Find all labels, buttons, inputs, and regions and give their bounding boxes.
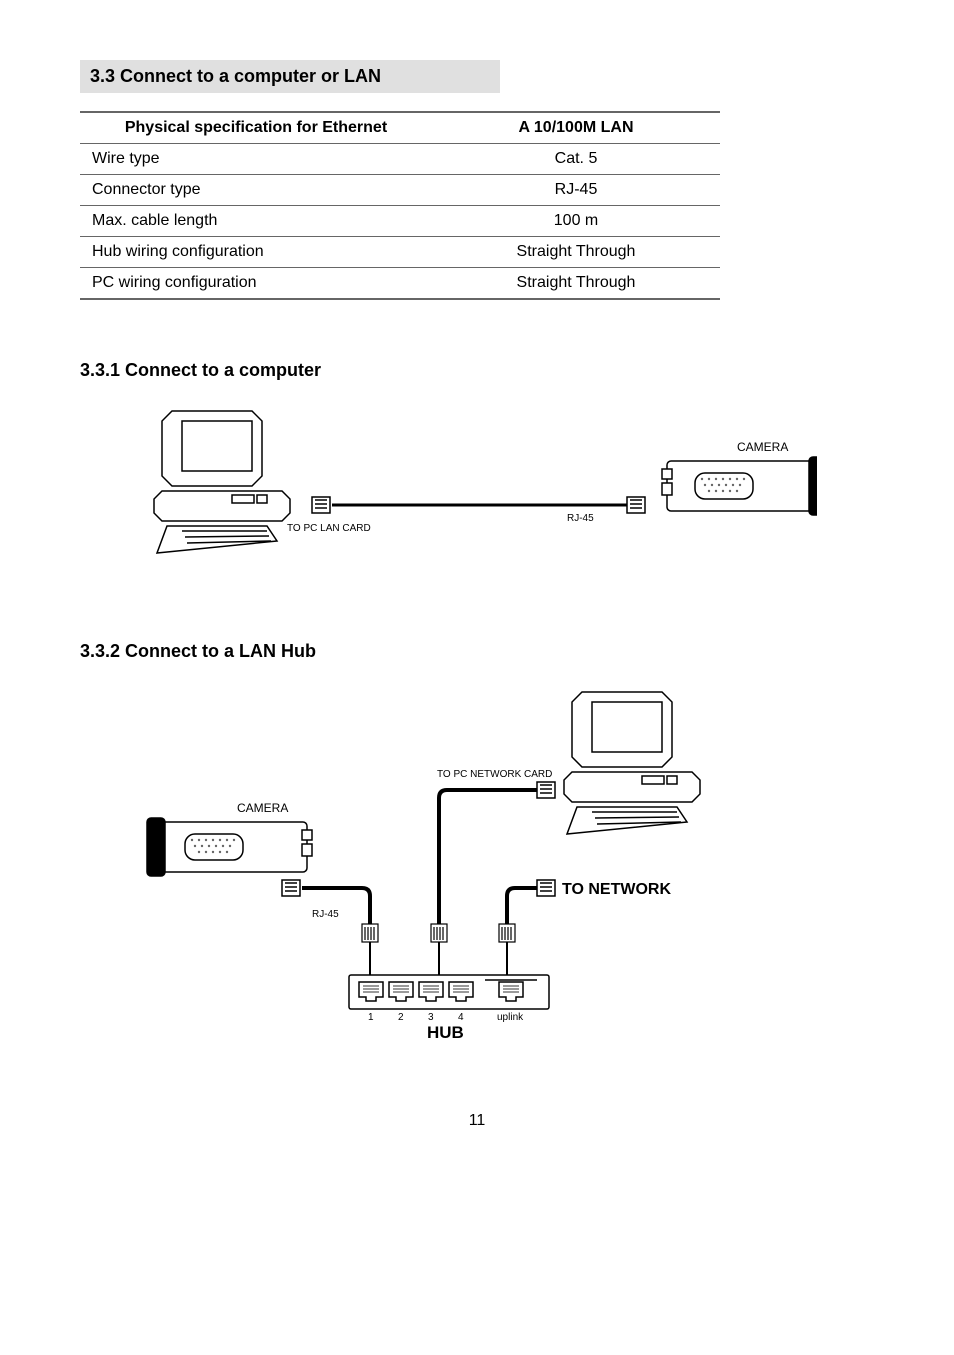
- rj45-plug-right-icon: [627, 497, 645, 513]
- rj45-label-2: RJ-45: [312, 909, 339, 920]
- subsection-heading-1: 3.3.1 Connect to a computer: [80, 360, 874, 381]
- cell-maxlen-val: 100 m: [432, 206, 720, 237]
- cell-connector-val: RJ-45: [432, 175, 720, 206]
- vertical-plug-3-icon: [499, 924, 515, 942]
- col-header-physical: Physical specification for Ethernet: [80, 112, 432, 144]
- diagram-lan-hub: CAMERA RJ-45: [137, 682, 817, 1052]
- camera-label-1: CAMERA: [737, 440, 788, 454]
- section-header: 3.3 Connect to a computer or LAN: [80, 60, 500, 93]
- hub-icon: [349, 975, 549, 1009]
- vertical-plug-2-icon: [431, 924, 447, 942]
- cell-hubwiring: Hub wiring configuration: [80, 237, 432, 268]
- vertical-plug-1-icon: [362, 924, 378, 942]
- table-row: PC wiring configuration Straight Through: [80, 268, 720, 300]
- cell-pcwiring: PC wiring configuration: [80, 268, 432, 300]
- hub-port-2-label: 2: [398, 1012, 404, 1023]
- spec-table: Physical specification for Ethernet A 10…: [80, 111, 720, 300]
- table-row: Connector type RJ-45: [80, 175, 720, 206]
- table-row: Max. cable length 100 m: [80, 206, 720, 237]
- subsection-heading-2: 3.3.2 Connect to a LAN Hub: [80, 641, 874, 662]
- rj45-plug-left-icon: [312, 497, 330, 513]
- diagram-pc-direct: TO PC LAN CARD RJ-45 CAMERA: [137, 401, 817, 581]
- camera-icon: [662, 457, 817, 515]
- pc-icon: [154, 411, 290, 553]
- cable-pc-to-hub-icon: [439, 790, 537, 924]
- cell-connector: Connector type: [80, 175, 432, 206]
- rj45-plug-cam-icon: [282, 880, 300, 896]
- camera-label-2: CAMERA: [237, 801, 288, 815]
- to-network-label: TO NETWORK: [562, 881, 671, 898]
- hub-port-1-label: 1: [368, 1012, 374, 1023]
- cell-hubwiring-val: Straight Through: [432, 237, 720, 268]
- cell-wire-type-val: Cat. 5: [432, 144, 720, 175]
- rj45-plug-pc-icon: [537, 782, 555, 798]
- pc-icon-2: [564, 692, 700, 834]
- hub-port-3-label: 3: [428, 1012, 434, 1023]
- camera-icon-2: [147, 818, 312, 876]
- cable-net-to-hub-icon: [507, 888, 537, 924]
- table-row: Hub wiring configuration Straight Throug…: [80, 237, 720, 268]
- to-pc-network-card-label: TO PC NETWORK CARD: [437, 769, 552, 780]
- hub-label: HUB: [427, 1023, 464, 1042]
- cell-pcwiring-val: Straight Through: [432, 268, 720, 300]
- table-row: Wire type Cat. 5: [80, 144, 720, 175]
- rj45-label: RJ-45: [567, 513, 594, 524]
- hub-port-4-label: 4: [458, 1012, 464, 1023]
- hub-port-uplink-label: uplink: [497, 1012, 524, 1023]
- page-number: 11: [80, 1112, 874, 1130]
- col-header-lan: A 10/100M LAN: [432, 112, 720, 144]
- to-pc-lan-card-label: TO PC LAN CARD: [287, 523, 371, 534]
- rj45-plug-net-icon: [537, 880, 555, 896]
- cell-wire-type: Wire type: [80, 144, 432, 175]
- cell-maxlen: Max. cable length: [80, 206, 432, 237]
